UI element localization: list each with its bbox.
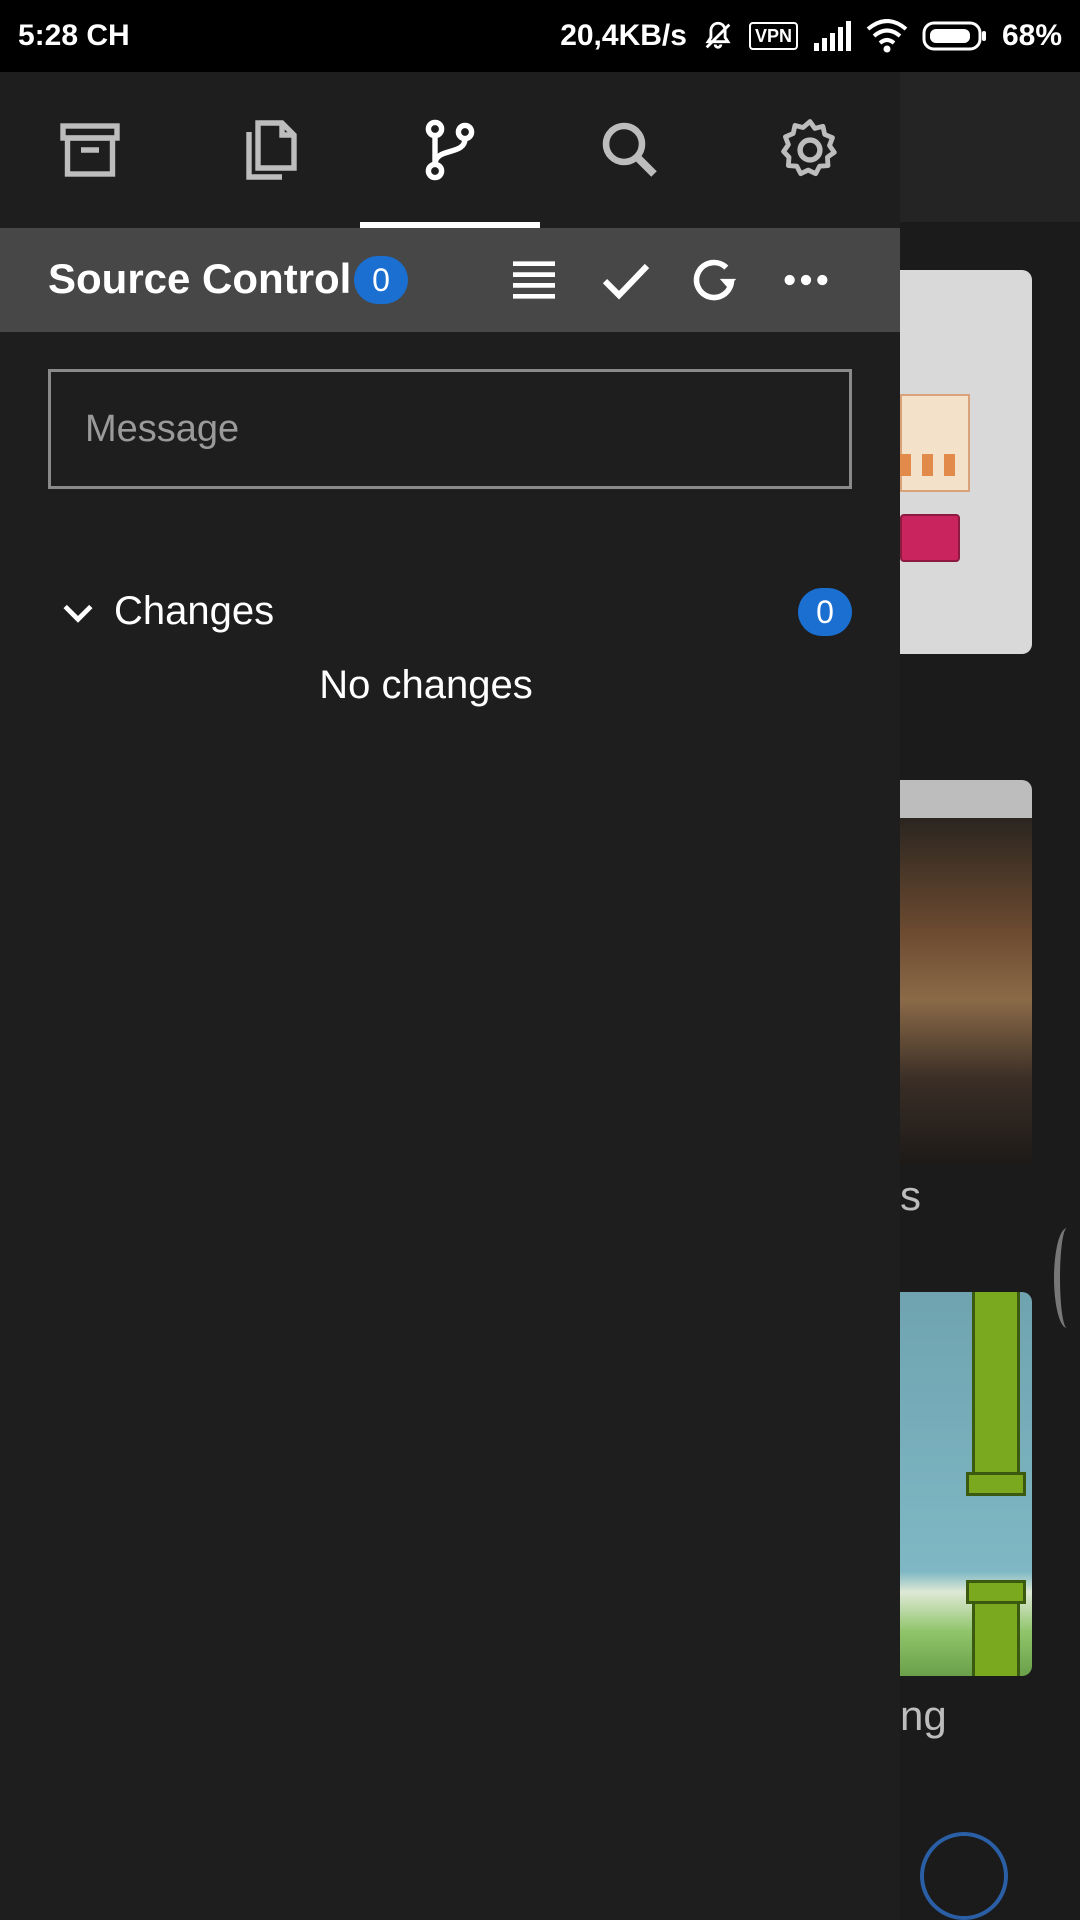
signal-icon xyxy=(812,21,852,51)
view-as-list-icon xyxy=(513,261,555,299)
commit-button[interactable] xyxy=(594,248,658,312)
empty-state-text: No changes xyxy=(319,663,533,707)
edge-handle[interactable] xyxy=(1054,1228,1080,1328)
more-actions-button[interactable] xyxy=(774,248,838,312)
mute-bell-icon xyxy=(701,19,735,53)
view-as-list-button[interactable] xyxy=(502,248,566,312)
background-card-thumbnail xyxy=(900,780,1032,1164)
refresh-button[interactable] xyxy=(682,248,746,312)
archive-icon xyxy=(60,123,120,177)
background-app: s ng xyxy=(900,72,1080,1920)
archive-button[interactable] xyxy=(0,72,180,228)
side-drawer: Source Control 0 Changes 0 No changes xyxy=(0,72,900,1920)
settings-icon xyxy=(781,119,837,177)
status-indicators: 20,4KB/s VPN 68% xyxy=(560,19,1062,53)
changes-count-badge: 0 xyxy=(798,588,852,636)
search-icon xyxy=(602,122,657,177)
status-bar: 5:28 CH 20,4KB/s VPN 68% xyxy=(0,0,1080,72)
vpn-indicator: VPN xyxy=(748,22,798,50)
network-speed: 20,4KB/s xyxy=(560,19,687,52)
wifi-icon xyxy=(866,19,908,53)
status-time: 5:28 CH xyxy=(18,19,130,52)
commit-message-input[interactable] xyxy=(48,369,852,489)
refresh-icon xyxy=(693,259,737,301)
background-card-title: s xyxy=(900,1172,921,1219)
changes-section-header[interactable]: Changes 0 xyxy=(48,582,852,642)
commit-check-icon xyxy=(602,263,650,300)
chevron-down-icon xyxy=(63,604,93,623)
activity-toolbar xyxy=(0,72,900,228)
changes-label: Changes xyxy=(114,589,275,633)
background-card-thumbnail xyxy=(900,270,1032,654)
panel-title: Source Control xyxy=(48,255,352,302)
battery-percent: 68% xyxy=(1001,19,1062,52)
files-icon xyxy=(246,120,297,180)
source-control-tab[interactable] xyxy=(360,72,540,228)
search-button[interactable] xyxy=(540,72,720,228)
settings-button[interactable] xyxy=(720,72,900,228)
more-icon xyxy=(784,274,828,286)
files-button[interactable] xyxy=(180,72,360,228)
source-control-header: Source Control 0 xyxy=(0,228,900,332)
battery-icon xyxy=(922,21,988,51)
background-app-header xyxy=(900,72,1080,222)
source-control-count-badge: 0 xyxy=(354,256,408,304)
background-card-title: ng xyxy=(900,1692,947,1739)
background-logo xyxy=(920,1832,1008,1920)
background-card-thumbnail xyxy=(900,1292,1032,1676)
source-control-icon xyxy=(425,119,475,181)
